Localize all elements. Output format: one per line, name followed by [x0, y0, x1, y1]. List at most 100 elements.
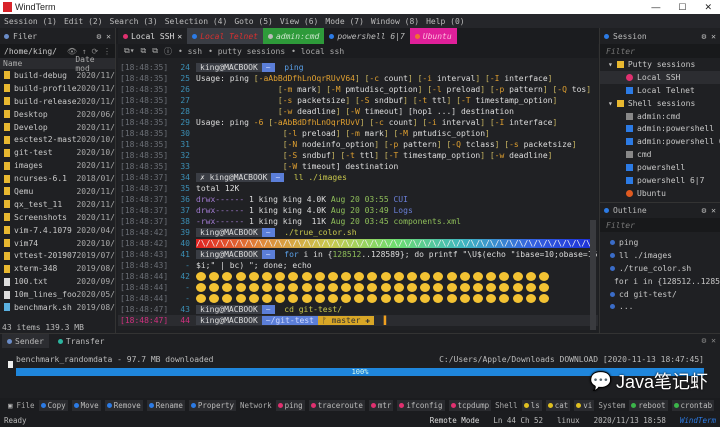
text-segment: preload: [297, 129, 336, 138]
session-filter-input[interactable]: Filter: [600, 44, 720, 58]
close-button[interactable]: ✕: [704, 2, 712, 13]
close-icon[interactable]: ⚙ ✕: [702, 32, 716, 41]
session-item[interactable]: powershell: [600, 161, 720, 174]
file-row[interactable]: build-debug 2020/11/: [0, 69, 115, 82]
command-Copy[interactable]: Copy: [38, 400, 68, 411]
file-row[interactable]: esctest2-master2020/10/: [0, 133, 115, 146]
new-window-icon[interactable]: ⧉▾: [124, 46, 135, 56]
tab-close-icon[interactable]: ✕: [177, 32, 182, 41]
menu-item[interactable]: Help (0): [426, 17, 465, 26]
command-bar-icon[interactable]: ▣: [8, 401, 13, 410]
line-number: 43: [180, 305, 190, 314]
breadcrumb-label[interactable]: putty sessions: [218, 47, 285, 56]
menu-item[interactable]: Search (3): [110, 17, 158, 26]
breadcrumb-item[interactable]: • putty sessions: [208, 47, 285, 56]
tab-local-ssh[interactable]: Local SSH ✕: [118, 28, 188, 44]
file-row[interactable]: Desktop 2020/06/: [0, 108, 115, 121]
download-destination[interactable]: C:/Users/Apple/Downloads DOWNLOAD [2020-…: [439, 355, 704, 365]
tab-admin-cmd[interactable]: admin:cmd: [262, 28, 325, 44]
session-item[interactable]: ▾ Shell sessions: [600, 97, 720, 110]
close-icon[interactable]: ⚙ ✕: [702, 206, 716, 215]
session-item[interactable]: admin:powershell: [600, 122, 720, 135]
breadcrumb-item[interactable]: • local ssh: [291, 47, 344, 56]
column-date[interactable]: Date mod: [75, 55, 112, 73]
tab-ubuntu[interactable]: Ubuntu: [409, 28, 457, 44]
file-row[interactable]: 100.txt 2020/09/: [0, 275, 115, 288]
file-row[interactable]: vim74 2020/10/: [0, 237, 115, 250]
close-icon[interactable]: ⚙ ✕: [97, 32, 111, 41]
file-row[interactable]: Screenshots 2020/11/: [0, 211, 115, 224]
split-icon-2[interactable]: ⧉: [152, 46, 158, 56]
menu-item[interactable]: Selection (4): [165, 17, 228, 26]
column-name[interactable]: Name: [3, 59, 75, 68]
tab-local-telnet[interactable]: Local Telnet: [187, 28, 263, 44]
session-item[interactable]: Local Telnet: [600, 84, 720, 97]
terminal-scrollbar[interactable]: [590, 220, 596, 330]
info-icon[interactable]: ⓘ: [164, 46, 172, 57]
file-row[interactable]: Develop 2020/11/: [0, 121, 115, 134]
outline-item[interactable]: cd git-test/: [600, 288, 720, 301]
status-mode[interactable]: Remote Mode: [430, 416, 480, 425]
file-row[interactable]: vim-7.4.1079 2020/04/: [0, 224, 115, 237]
command-Rename[interactable]: Rename: [146, 400, 185, 411]
minimize-button[interactable]: —: [651, 2, 660, 13]
command-crontab[interactable]: crontab: [671, 400, 715, 411]
file-row[interactable]: build-profile 2020/11/: [0, 82, 115, 95]
outline-item[interactable]: ...: [600, 300, 720, 313]
session-item[interactable]: admin:cmd: [600, 110, 720, 123]
bottom-tab-sender[interactable]: Sender: [2, 334, 49, 348]
outline-item[interactable]: for i in {128512..128589}: [600, 275, 720, 288]
breadcrumb-item[interactable]: • ssh: [178, 47, 202, 56]
menu-item[interactable]: Edit (2): [64, 17, 103, 26]
command-vi[interactable]: vi: [574, 400, 595, 411]
file-row[interactable]: xterm-348 2019/08/: [0, 262, 115, 275]
menu-item[interactable]: Session (1): [4, 17, 57, 26]
file-row[interactable]: qx_test_11 2020/11/: [0, 198, 115, 211]
filer-path[interactable]: /home/king/: [4, 47, 57, 56]
expand-arrow-icon[interactable]: ▾: [608, 99, 613, 108]
bottom-tab-transfer[interactable]: Transfer: [53, 334, 110, 348]
session-item[interactable]: admin:powershell 6|7: [600, 135, 720, 148]
file-row[interactable]: build-release 2020/11/: [0, 95, 115, 108]
outline-item[interactable]: ./true_color.sh: [600, 262, 720, 275]
split-icon[interactable]: ⧉: [141, 46, 147, 56]
breadcrumb-label[interactable]: local ssh: [301, 47, 344, 56]
file-row[interactable]: Qemu 2020/11/: [0, 185, 115, 198]
command-Move[interactable]: Move: [71, 400, 101, 411]
close-icon[interactable]: ⚙ ✕: [702, 336, 716, 345]
command-reboot[interactable]: reboot: [629, 400, 668, 411]
file-row[interactable]: git-test 2020/10/: [0, 146, 115, 159]
menu-item[interactable]: View (6): [280, 17, 319, 26]
command-traceroute[interactable]: traceroute: [308, 400, 365, 411]
file-row[interactable]: vttest-201907102019/07/: [0, 249, 115, 262]
file-row[interactable]: benchmark.sh 2019/08/: [0, 301, 115, 314]
menu-item[interactable]: Goto (5): [234, 17, 273, 26]
session-item[interactable]: ▾ Putty sessions: [600, 58, 720, 71]
file-row[interactable]: ncurses-6.1 2018/01/: [0, 172, 115, 185]
command-ping[interactable]: ping: [275, 400, 305, 411]
command-ls[interactable]: ls: [521, 400, 542, 411]
maximize-button[interactable]: ☐: [678, 2, 686, 13]
session-item[interactable]: cmd: [600, 148, 720, 161]
menu-item[interactable]: Mode (7): [325, 17, 364, 26]
session-item[interactable]: powershell 6|7: [600, 174, 720, 187]
command-tcpdump[interactable]: tcpdump: [448, 400, 492, 411]
session-item[interactable]: Ubuntu: [600, 187, 720, 200]
file-row[interactable]: images 2020/11/: [0, 159, 115, 172]
command-Property[interactable]: Property: [188, 400, 237, 411]
breadcrumb-label[interactable]: ssh: [188, 47, 202, 56]
outline-filter-input[interactable]: Filter: [600, 218, 720, 232]
session-item[interactable]: Local SSH: [600, 70, 720, 84]
text-segment: pattern: [504, 85, 543, 94]
command-cat[interactable]: cat: [545, 400, 571, 411]
tab-powershell-6-7[interactable]: powershell 6|7: [324, 28, 410, 44]
outline-item[interactable]: ll ./images: [600, 249, 720, 262]
command-mtr[interactable]: mtr: [368, 400, 394, 411]
menu-item[interactable]: Window (8): [371, 17, 419, 26]
outline-item[interactable]: ping: [600, 236, 720, 249]
command-ifconfig[interactable]: ifconfig: [397, 400, 445, 411]
terminal-output[interactable]: [18:48:35] 24 king@MACBOOK ~ ping [18:48:35]…: [118, 58, 598, 330]
file-row[interactable]: 10m_lines_foo.t…2020/05/: [0, 288, 115, 301]
command-Remove[interactable]: Remove: [104, 400, 143, 411]
expand-arrow-icon[interactable]: ▾: [608, 60, 613, 69]
